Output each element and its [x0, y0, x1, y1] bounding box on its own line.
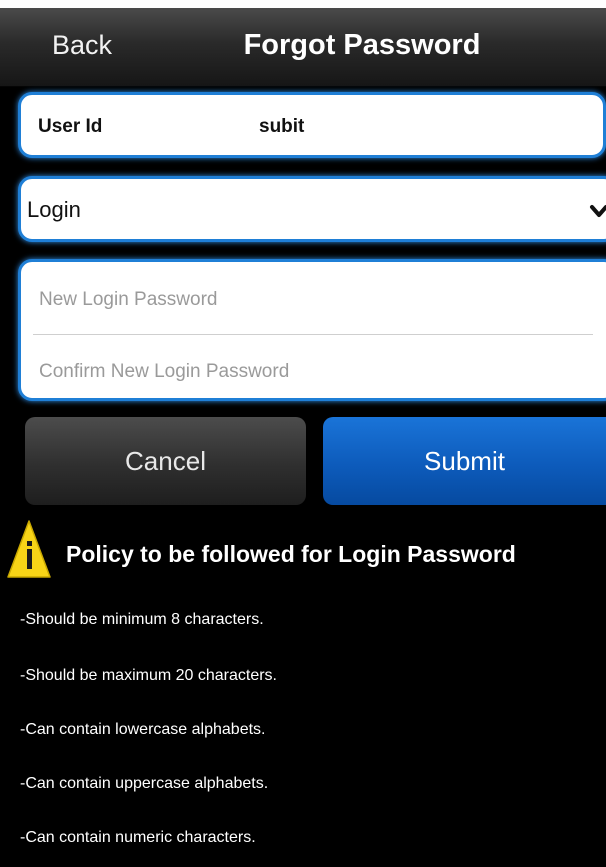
policy-title: Policy to be followed for Login Password — [66, 541, 516, 567]
confirm-password-input[interactable] — [37, 351, 597, 393]
user-id-value: subit — [259, 116, 305, 137]
submit-button[interactable]: Submit — [323, 417, 606, 505]
new-password-input[interactable] — [37, 279, 597, 321]
password-type-selected: Login — [27, 197, 81, 222]
user-id-field: User Id subit — [18, 92, 606, 158]
password-type-select[interactable]: Login — [18, 176, 606, 242]
policy-rule: -Should be maximum 20 characters. — [20, 667, 277, 684]
chevron-down-icon — [590, 205, 606, 217]
navigation-header: Back Forgot Password — [0, 8, 606, 87]
page-title: Forgot Password — [243, 29, 481, 61]
policy-rule: -Can contain numeric characters. — [20, 829, 256, 846]
cancel-button[interactable]: Cancel — [25, 417, 306, 505]
top-strip — [0, 0, 606, 8]
field-divider — [33, 334, 593, 335]
policy-rule: -Can contain uppercase alphabets. — [20, 775, 269, 792]
warning-info-icon — [7, 520, 51, 578]
policy-rule: -Can contain lowercase alphabets. — [20, 721, 266, 738]
user-id-label: User Id — [38, 116, 103, 137]
policy-rule: -Should be minimum 8 characters. — [20, 611, 264, 628]
password-fields-group — [18, 259, 606, 401]
